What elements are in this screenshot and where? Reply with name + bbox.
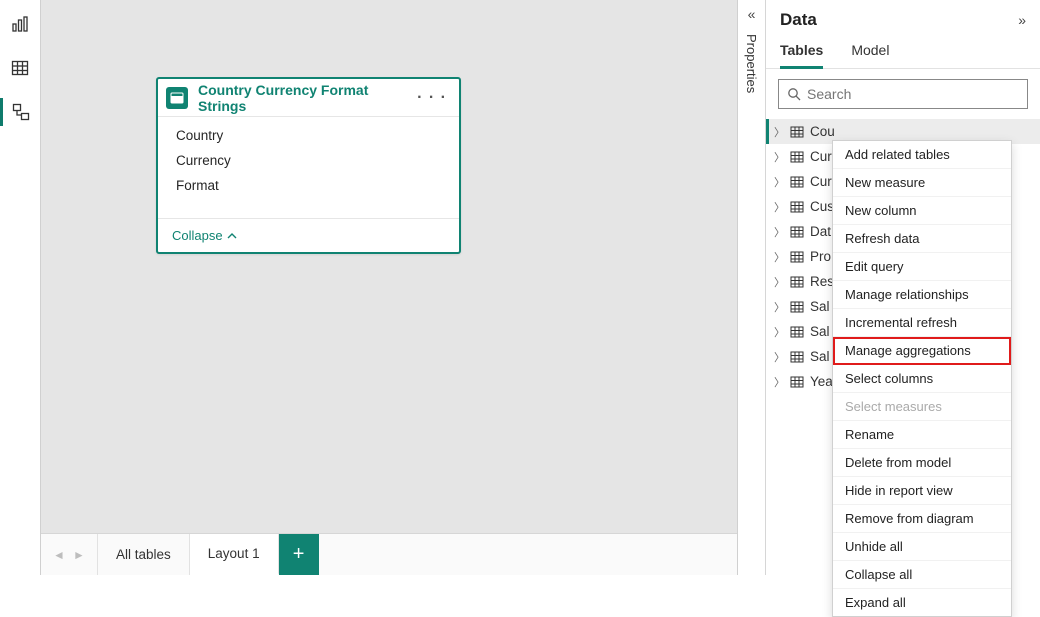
- table-name-truncated: Cur: [810, 174, 832, 189]
- collapse-properties-button[interactable]: «: [748, 6, 756, 22]
- context-menu-item[interactable]: New column: [833, 197, 1011, 225]
- context-menu-item[interactable]: Refresh data: [833, 225, 1011, 253]
- tab-next-button[interactable]: ►: [69, 548, 89, 562]
- properties-pane-collapsed: « Properties: [738, 0, 766, 575]
- context-menu-item[interactable]: New measure: [833, 169, 1011, 197]
- chevron-right-icon: 〉: [774, 249, 788, 265]
- context-menu-item[interactable]: Select columns: [833, 365, 1011, 393]
- table-name-truncated: Cur: [810, 149, 832, 164]
- expand-data-pane-button[interactable]: »: [1018, 12, 1026, 28]
- chevron-right-icon: 〉: [774, 299, 788, 315]
- table-name-truncated: Sal: [810, 324, 830, 339]
- chevron-right-icon: 〉: [774, 324, 788, 340]
- model-canvas[interactable]: Country Currency Format Strings · · · Co…: [40, 0, 738, 575]
- tab-label: All tables: [116, 547, 171, 562]
- table-name-truncated: Sal: [810, 349, 830, 364]
- data-pane-title: Data: [780, 10, 817, 30]
- table-field[interactable]: Format: [158, 173, 459, 198]
- properties-label: Properties: [744, 34, 759, 93]
- context-menu-item[interactable]: Expand all: [833, 589, 1011, 616]
- chevron-right-icon: 〉: [774, 174, 788, 190]
- table-card-more-button[interactable]: · · ·: [413, 89, 451, 107]
- table-field[interactable]: Currency: [158, 148, 459, 173]
- table-field[interactable]: Country: [158, 123, 459, 148]
- model-icon: [12, 103, 30, 121]
- table-icon: [788, 300, 806, 314]
- table-name-truncated: Pro: [810, 249, 831, 264]
- context-menu-item[interactable]: Rename: [833, 421, 1011, 449]
- table-card-title: Country Currency Format Strings: [198, 82, 413, 114]
- context-menu-item[interactable]: Manage aggregations: [833, 337, 1011, 365]
- tab-prev-button[interactable]: ◄: [49, 548, 69, 562]
- context-menu-item[interactable]: Edit query: [833, 253, 1011, 281]
- table-name-truncated: Cus: [810, 199, 834, 214]
- report-view-button[interactable]: [0, 10, 40, 38]
- chevron-right-icon: 〉: [774, 349, 788, 365]
- tab-layout-1[interactable]: Layout 1: [190, 534, 279, 575]
- bar-chart-icon: [11, 15, 29, 33]
- context-menu-item[interactable]: Hide in report view: [833, 477, 1011, 505]
- tab-nav-arrows: ◄ ►: [41, 534, 98, 575]
- context-menu-item[interactable]: Delete from model: [833, 449, 1011, 477]
- tab-all-tables[interactable]: All tables: [98, 534, 190, 575]
- table-icon: [788, 175, 806, 189]
- table-card-fields: Country Currency Format: [158, 117, 459, 218]
- context-menu-item: Select measures: [833, 393, 1011, 421]
- add-layout-button[interactable]: +: [279, 534, 319, 575]
- table-card-icon: [166, 87, 188, 109]
- chevron-right-icon: 〉: [774, 374, 788, 390]
- search-box[interactable]: [778, 79, 1028, 109]
- tab-tables[interactable]: Tables: [780, 42, 823, 69]
- context-menu-item[interactable]: Incremental refresh: [833, 309, 1011, 337]
- table-card[interactable]: Country Currency Format Strings · · · Co…: [156, 77, 461, 254]
- left-nav-rail: [0, 0, 40, 575]
- table-icon: [11, 59, 29, 77]
- table-name-truncated: Cou: [810, 124, 835, 139]
- table-name-truncated: Dat: [810, 224, 831, 239]
- tab-label: Layout 1: [208, 546, 260, 561]
- context-menu-item[interactable]: Unhide all: [833, 533, 1011, 561]
- model-view-button[interactable]: [0, 98, 40, 126]
- table-icon: [788, 125, 806, 139]
- chevron-right-icon: 〉: [774, 274, 788, 290]
- chevron-right-icon: 〉: [774, 149, 788, 165]
- chevron-right-icon: 〉: [774, 224, 788, 240]
- table-name-truncated: Sal: [810, 299, 830, 314]
- table-name-truncated: Res: [810, 274, 834, 289]
- table-icon: [788, 275, 806, 289]
- chevron-right-icon: 〉: [774, 199, 788, 215]
- tab-label: Model: [851, 42, 889, 58]
- table-name-truncated: Yea: [810, 374, 833, 389]
- search-icon: [787, 87, 801, 101]
- collapse-label: Collapse: [172, 228, 223, 243]
- table-icon: [788, 325, 806, 339]
- table-icon: [788, 200, 806, 214]
- table-icon: [788, 375, 806, 389]
- table-icon: [788, 150, 806, 164]
- table-icon: [788, 225, 806, 239]
- collapse-card-button[interactable]: Collapse: [158, 218, 459, 252]
- search-input[interactable]: [807, 86, 1019, 102]
- chevron-right-icon: 〉: [774, 124, 788, 140]
- context-menu-item[interactable]: Collapse all: [833, 561, 1011, 589]
- table-icon: [788, 250, 806, 264]
- context-menu-item[interactable]: Add related tables: [833, 141, 1011, 169]
- data-view-button[interactable]: [0, 54, 40, 82]
- context-menu-item[interactable]: Remove from diagram: [833, 505, 1011, 533]
- context-menu-item[interactable]: Manage relationships: [833, 281, 1011, 309]
- table-icon: [788, 350, 806, 364]
- layout-tab-bar: ◄ ► All tables Layout 1 +: [41, 533, 737, 575]
- data-pane-tabs: Tables Model: [766, 34, 1040, 69]
- tab-model[interactable]: Model: [851, 42, 889, 68]
- tab-label: Tables: [780, 42, 823, 58]
- chevron-up-icon: [227, 231, 237, 241]
- app-root: Country Currency Format Strings · · · Co…: [0, 0, 1040, 575]
- table-context-menu: Add related tablesNew measureNew columnR…: [832, 140, 1012, 617]
- table-card-header[interactable]: Country Currency Format Strings · · ·: [158, 79, 459, 117]
